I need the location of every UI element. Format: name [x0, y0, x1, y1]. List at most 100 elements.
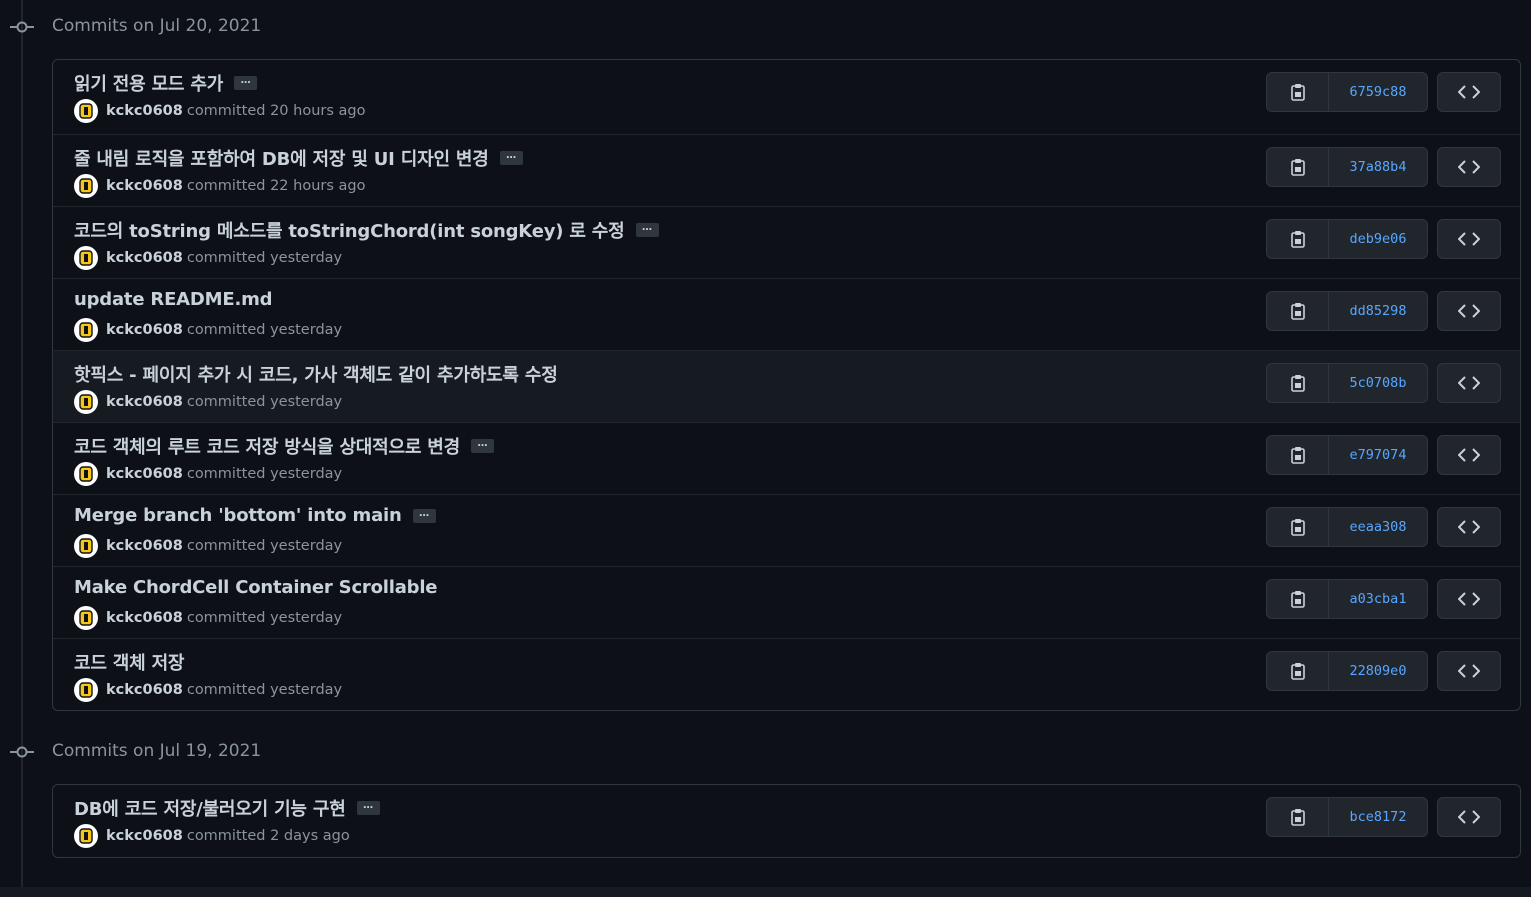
sha-button-group: 22809e0 — [1266, 651, 1428, 691]
git-commit-icon — [10, 21, 34, 33]
clipboard-icon — [1290, 375, 1305, 392]
browse-repo-button[interactable] — [1437, 797, 1501, 837]
commit-row: DB에 코드 저장/불러오기 기능 구현 … kckc0608 committe… — [53, 785, 1520, 857]
commit-row: 핫픽스 - 페이지 추가 시 코드, 가사 객체도 같이 추가하도록 수정 kc… — [53, 350, 1520, 422]
avatar[interactable] — [74, 246, 98, 270]
avatar-icon — [79, 682, 93, 698]
avatar[interactable] — [74, 534, 98, 558]
commit-author-link[interactable]: kckc0608 — [106, 394, 183, 410]
commit-time-text: committed yesterday — [186, 250, 343, 266]
commit-message-link[interactable]: 읽기 전용 모드 추가 — [74, 70, 223, 96]
copy-sha-button[interactable] — [1267, 73, 1329, 111]
commit-row: update README.md kckc0608 committed yest… — [53, 278, 1520, 350]
browse-repo-button[interactable] — [1437, 435, 1501, 475]
browse-repo-button[interactable] — [1437, 651, 1501, 691]
avatar[interactable] — [74, 99, 98, 123]
commit-list: DB에 코드 저장/불러오기 기능 구현 … kckc0608 committe… — [52, 784, 1521, 858]
avatar[interactable] — [74, 318, 98, 342]
avatar-icon — [79, 250, 93, 266]
copy-sha-button[interactable] — [1267, 292, 1329, 330]
commit-row: 줄 내림 로직을 포함하여 DB에 저장 및 UI 디자인 변경 … kckc0… — [53, 134, 1520, 206]
avatar-icon — [79, 610, 93, 626]
copy-sha-button[interactable] — [1267, 148, 1329, 186]
commit-message-link[interactable]: 줄 내림 로직을 포함하여 DB에 저장 및 UI 디자인 변경 — [74, 145, 489, 171]
commit-sha-link[interactable]: a03cba1 — [1329, 580, 1427, 618]
copy-sha-button[interactable] — [1267, 220, 1329, 258]
avatar[interactable] — [74, 462, 98, 486]
commit-message-link[interactable]: update README.md — [74, 289, 273, 310]
commit-sha-link[interactable]: 37a88b4 — [1329, 148, 1427, 186]
commit-time-text: committed yesterday — [186, 394, 343, 410]
commit-author-link[interactable]: kckc0608 — [106, 466, 183, 482]
browse-repo-button[interactable] — [1437, 579, 1501, 619]
commit-time-text: committed yesterday — [186, 610, 343, 626]
copy-sha-button[interactable] — [1267, 798, 1329, 836]
avatar-icon — [79, 322, 93, 338]
clipboard-icon — [1290, 663, 1305, 680]
commit-message-link[interactable]: 핫픽스 - 페이지 추가 시 코드, 가사 객체도 같이 추가하도록 수정 — [74, 361, 558, 387]
expand-message-button[interactable]: … — [499, 151, 523, 165]
avatar-icon — [79, 178, 93, 194]
commit-author-link[interactable]: kckc0608 — [106, 103, 183, 119]
commit-sha-link[interactable]: deb9e06 — [1329, 220, 1427, 258]
commit-author-link[interactable]: kckc0608 — [106, 828, 183, 844]
copy-sha-button[interactable] — [1267, 508, 1329, 546]
avatar[interactable] — [74, 174, 98, 198]
avatar-icon — [79, 103, 93, 119]
page-bottom-edge — [0, 887, 1531, 897]
sha-button-group: 6759c88 — [1266, 72, 1428, 112]
sha-button-group: bce8172 — [1266, 797, 1428, 837]
clipboard-icon — [1290, 159, 1305, 176]
commit-sha-link[interactable]: e797074 — [1329, 436, 1427, 474]
commit-sha-link[interactable]: dd85298 — [1329, 292, 1427, 330]
expand-message-button[interactable]: … — [234, 76, 258, 90]
commit-message-link[interactable]: 코드의 toString 메소드를 toStringChord(int song… — [74, 217, 625, 243]
expand-message-button[interactable]: … — [471, 439, 495, 453]
commit-message-link[interactable]: 코드 객체 저장 — [74, 649, 184, 675]
commit-author-link[interactable]: kckc0608 — [106, 538, 183, 554]
code-icon — [1458, 160, 1480, 174]
avatar[interactable] — [74, 824, 98, 848]
commit-time-text: committed 2 days ago — [186, 828, 350, 844]
commit-message-link[interactable]: 코드 객체의 루트 코드 저장 방식을 상대적으로 변경 — [74, 433, 460, 459]
expand-message-button[interactable]: … — [635, 223, 659, 237]
browse-repo-button[interactable] — [1437, 291, 1501, 331]
sha-button-group: dd85298 — [1266, 291, 1428, 331]
commit-sha-link[interactable]: bce8172 — [1329, 798, 1427, 836]
browse-repo-button[interactable] — [1437, 219, 1501, 259]
browse-repo-button[interactable] — [1437, 147, 1501, 187]
avatar[interactable] — [74, 606, 98, 630]
avatar[interactable] — [74, 678, 98, 702]
clipboard-icon — [1290, 84, 1305, 101]
copy-sha-button[interactable] — [1267, 580, 1329, 618]
browse-repo-button[interactable] — [1437, 363, 1501, 403]
expand-message-button[interactable]: … — [412, 508, 436, 523]
clipboard-icon — [1290, 303, 1305, 320]
sha-button-group: 37a88b4 — [1266, 147, 1428, 187]
copy-sha-button[interactable] — [1267, 364, 1329, 402]
commit-author-link[interactable]: kckc0608 — [106, 682, 183, 698]
commit-sha-link[interactable]: 22809e0 — [1329, 652, 1427, 690]
commit-sha-link[interactable]: 6759c88 — [1329, 73, 1427, 111]
commit-sha-link[interactable]: 5c0708b — [1329, 364, 1427, 402]
copy-sha-button[interactable] — [1267, 436, 1329, 474]
commit-author-link[interactable]: kckc0608 — [106, 178, 183, 194]
clipboard-icon — [1290, 809, 1305, 826]
browse-repo-button[interactable] — [1437, 72, 1501, 112]
copy-sha-button[interactable] — [1267, 652, 1329, 690]
expand-message-button[interactable]: … — [356, 801, 380, 815]
commit-author-link[interactable]: kckc0608 — [106, 250, 183, 266]
commit-sha-link[interactable]: eeaa308 — [1329, 508, 1427, 546]
commit-row: Merge branch 'bottom' into main … kckc06… — [53, 494, 1520, 566]
sha-button-group: deb9e06 — [1266, 219, 1428, 259]
sha-button-group: eeaa308 — [1266, 507, 1428, 547]
avatar-icon — [79, 538, 93, 554]
browse-repo-button[interactable] — [1437, 507, 1501, 547]
commit-message-link[interactable]: Make ChordCell Container Scrollable — [74, 577, 438, 598]
commit-row: Make ChordCell Container Scrollable kckc… — [53, 566, 1520, 638]
avatar[interactable] — [74, 390, 98, 414]
commit-message-link[interactable]: DB에 코드 저장/불러오기 기능 구현 — [74, 795, 346, 821]
commit-author-link[interactable]: kckc0608 — [106, 322, 183, 338]
commit-message-link[interactable]: Merge branch 'bottom' into main — [74, 505, 402, 526]
commit-author-link[interactable]: kckc0608 — [106, 610, 183, 626]
